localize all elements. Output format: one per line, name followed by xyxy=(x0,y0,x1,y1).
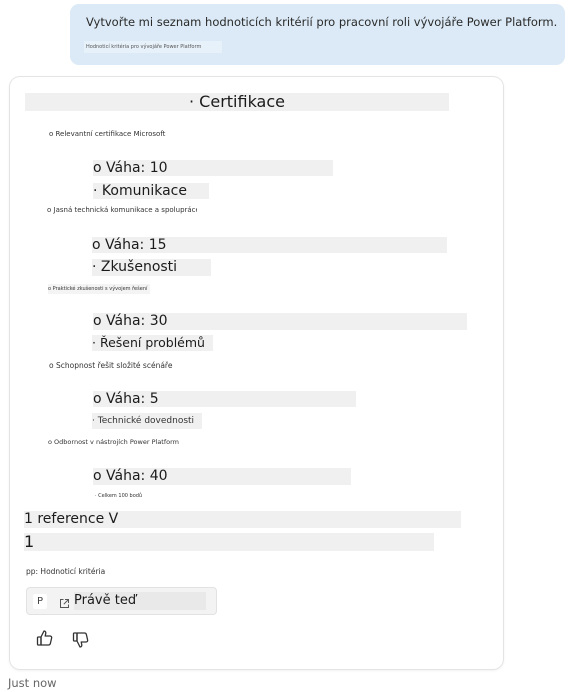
reference-link-button[interactable]: P Právě teď xyxy=(26,587,217,615)
reference-badge: P xyxy=(33,594,47,609)
criterion-weight-reseni-problemu: o Váha: 5 xyxy=(93,391,356,407)
criterion-description-komunikace: o Jasná technická komunikace a spoluprác… xyxy=(47,206,197,214)
criterion-description-zkusenosti: o Praktické zkušenosti s vývojem řešení xyxy=(48,284,150,294)
criterion-description-certifikace: o Relevantní certifikace Microsoft xyxy=(49,130,166,138)
message-timestamp: Just now xyxy=(8,676,57,690)
criterion-name-certifikace: · Certifikace xyxy=(25,93,449,111)
criterion-name-technicke-dovednosti: · Technické dovednosti xyxy=(92,413,202,429)
response-card: · Certifikace o Relevantní certifikace M… xyxy=(10,77,503,669)
criterion-description-reseni-problemu: o Schopnost řešit složité scénáře xyxy=(49,361,173,370)
references-count: 1 xyxy=(24,533,434,551)
reference-caption: pp: Hodnoticí kritéria xyxy=(26,567,106,576)
criterion-weight-certifikace: o Váha: 10 xyxy=(93,160,333,176)
criterion-weight-technicke-dovednosti: o Váha: 40 xyxy=(93,468,351,485)
user-message-subtext: Hodnoticí kritéria pro vývojáře Power Pl… xyxy=(84,41,222,53)
criterion-weight-zkusenosti: o Váha: 30 xyxy=(93,313,467,330)
criterion-name-zkusenosti: · Zkušenosti xyxy=(92,259,211,276)
thumbs-up-icon[interactable] xyxy=(35,628,55,652)
user-message-text: Vytvořte mi seznam hodnoticích kritérií … xyxy=(86,15,558,29)
external-link-icon xyxy=(59,594,70,613)
user-message-bubble: Vytvořte mi seznam hodnoticích kritérií … xyxy=(70,4,565,65)
trailing-note: · Celkem 100 bodů xyxy=(95,493,143,499)
criterion-name-komunikace: · Komunikace xyxy=(93,183,209,199)
criterion-weight-komunikace: o Váha: 15 xyxy=(92,237,447,253)
thumbs-down-icon[interactable] xyxy=(71,630,91,654)
reference-link-label: Právě teď xyxy=(74,592,206,610)
criterion-description-technicke-dovednosti: o Odbornost v nástrojích Power Platform xyxy=(48,438,180,446)
references-header[interactable]: 1 reference V xyxy=(24,511,461,528)
criterion-name-reseni-problemu: · Řešení problémů xyxy=(92,335,213,351)
